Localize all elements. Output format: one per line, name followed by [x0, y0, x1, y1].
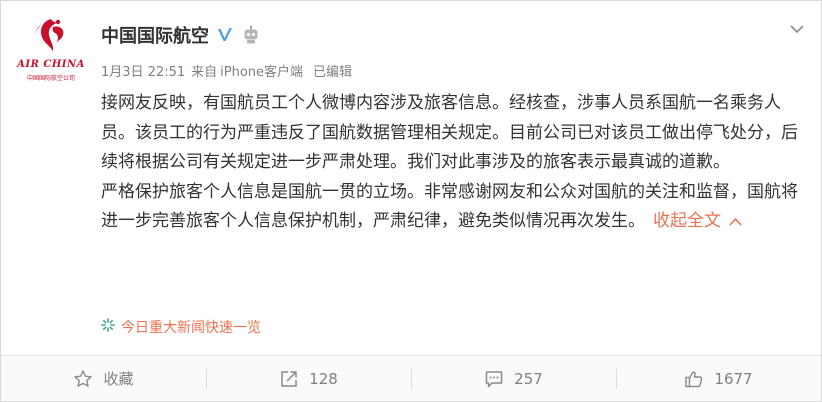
weibo-post-card: AIR CHINA 中国国际航空公司 中国国际航空 1月3日 22:51 来自 …: [0, 0, 822, 402]
favorite-button[interactable]: 收藏: [1, 356, 206, 401]
favorite-label: 收藏: [103, 370, 134, 388]
chevron-up-icon: [729, 207, 742, 237]
author-avatar[interactable]: AIR CHINA 中国国际航空公司: [13, 13, 89, 83]
topic-link[interactable]: 今日重大新闻快速一览: [101, 317, 261, 337]
repost-button[interactable]: 128: [206, 356, 411, 401]
post-meta: 1月3日 22:51 来自 iPhone客户端 已编辑: [101, 61, 352, 80]
topic-label: 今日重大新闻快速一览: [121, 320, 261, 336]
collapse-full-text-link[interactable]: 收起全文: [653, 211, 742, 231]
logo-subtext: 中国国际航空公司: [26, 75, 75, 82]
action-bar: 收藏 128 257 1677: [1, 356, 821, 401]
air-china-phoenix-logo-icon: [36, 19, 64, 51]
post-time[interactable]: 1月3日 22:51: [101, 61, 185, 80]
robot-icon[interactable]: [241, 25, 261, 45]
collapse-label: 收起全文: [653, 211, 721, 231]
author-name-row: 中国国际航空: [101, 21, 261, 49]
comment-count: 257: [514, 369, 543, 388]
like-button[interactable]: 1677: [616, 356, 821, 401]
thumbs-up-icon: [684, 369, 704, 389]
like-count: 1677: [714, 369, 753, 388]
topic-sparkle-icon: [101, 318, 115, 336]
post-source[interactable]: iPhone客户端: [220, 65, 303, 80]
comment-button[interactable]: 257: [411, 356, 616, 401]
star-icon: [73, 369, 93, 389]
logo-wordmark: AIR CHINA: [17, 59, 85, 70]
comment-icon: [484, 369, 504, 389]
repost-icon: [279, 369, 299, 389]
post-menu-chevron-icon[interactable]: [787, 19, 807, 39]
post-source-prefix: 来自: [191, 65, 218, 80]
verified-v-icon[interactable]: [215, 25, 235, 45]
author-name[interactable]: 中国国际航空: [101, 22, 209, 48]
post-content: 接网友反映，有国航员工个人微博内容涉及旅客信息。经核查，涉事人员系国航一名乘务人…: [101, 89, 801, 237]
post-paragraph-2: 严格保护旅客个人信息是国航一贯的立场。非常感谢网友和公众对国航的关注和监督，国航…: [101, 178, 801, 237]
post-edited-label[interactable]: 已编辑: [313, 61, 352, 80]
repost-count: 128: [309, 369, 338, 388]
post-paragraph-1: 接网友反映，有国航员工个人微博内容涉及旅客信息。经核查，涉事人员系国航一名乘务人…: [101, 93, 798, 172]
